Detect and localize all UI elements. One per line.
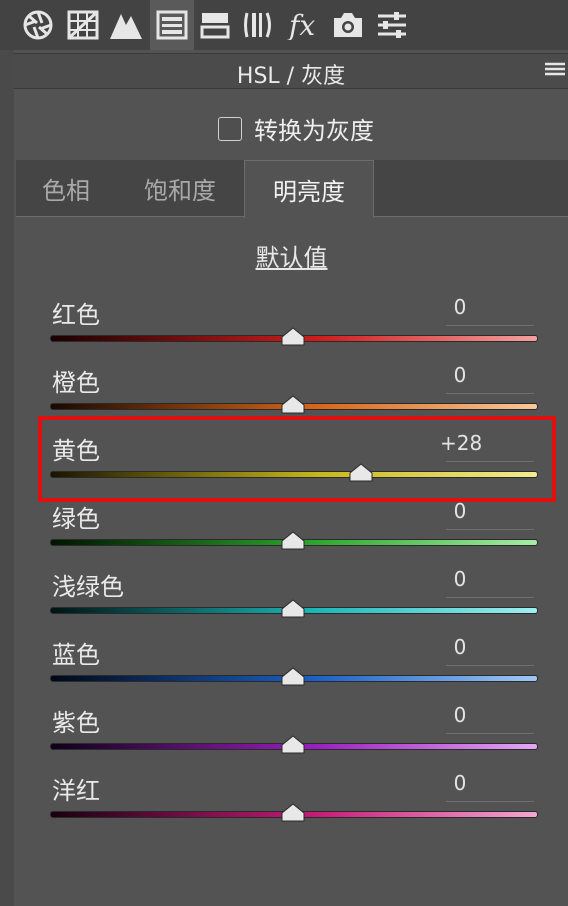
slider-thumb-orange[interactable] <box>281 395 305 414</box>
tone-curve-grid-icon[interactable] <box>63 0 103 50</box>
hsl-panel-icon[interactable] <box>150 0 194 50</box>
tab-saturation[interactable]: 饱和度 <box>116 160 244 216</box>
split-toning-icon[interactable] <box>195 0 235 50</box>
slider-row-blue: 蓝色 0 <box>0 635 568 703</box>
slider-value-underline <box>446 597 534 598</box>
slider-thumb-red[interactable] <box>281 327 305 346</box>
slider-label-purple: 紫色 <box>52 709 100 737</box>
tab-luminance[interactable]: 明亮度 <box>244 160 374 218</box>
slider-thumb-blue[interactable] <box>281 667 305 686</box>
convert-to-grayscale-checkbox[interactable] <box>218 116 242 141</box>
panel-header: HSL / 灰度 <box>14 53 568 89</box>
lens-corrections-icon[interactable] <box>240 0 280 50</box>
slider-thumb-purple[interactable] <box>281 735 305 754</box>
svg-text:fx: fx <box>287 10 315 40</box>
slider-value-aqua[interactable]: 0 <box>440 567 480 591</box>
sliders-presets-icon[interactable] <box>372 0 412 50</box>
slider-value-purple[interactable]: 0 <box>440 703 480 727</box>
slider-row-red: 红色 0 <box>0 295 568 363</box>
hsl-tab-bar: 色相 饱和度 明亮度 <box>16 160 568 218</box>
slider-label-blue: 蓝色 <box>52 641 100 669</box>
slider-value-underline <box>446 733 534 734</box>
slider-value-underline <box>446 801 534 802</box>
panel-title: HSL / 灰度 <box>236 64 346 89</box>
tab-hue[interactable]: 色相 <box>16 160 116 216</box>
slider-row-magenta: 洋红 0 <box>0 771 568 839</box>
slider-value-underline <box>446 665 534 666</box>
slider-row-purple: 紫色 0 <box>0 703 568 771</box>
highlight-box <box>38 416 556 502</box>
convert-to-grayscale-row: 转换为灰度 <box>218 111 374 146</box>
slider-label-red: 红色 <box>52 301 100 329</box>
camera-icon[interactable] <box>328 0 368 50</box>
slider-value-underline <box>446 393 534 394</box>
slider-value-red[interactable]: 0 <box>440 295 480 319</box>
panel-menu-icon[interactable] <box>544 61 566 83</box>
default-values-link[interactable]: 默认值 <box>0 238 568 273</box>
slider-row-green: 绿色 0 <box>0 499 568 567</box>
slider-value-green[interactable]: 0 <box>440 499 480 523</box>
slider-label-green: 绿色 <box>52 505 100 533</box>
slider-row-aqua: 浅绿色 0 <box>0 567 568 635</box>
slider-value-magenta[interactable]: 0 <box>440 771 480 795</box>
mountain-detail-icon[interactable] <box>106 0 146 50</box>
slider-value-orange[interactable]: 0 <box>440 363 480 387</box>
aperture-icon[interactable] <box>18 0 58 50</box>
convert-to-grayscale-label[interactable]: 转换为灰度 <box>254 111 374 146</box>
slider-value-underline <box>446 325 534 326</box>
slider-thumb-aqua[interactable] <box>281 599 305 618</box>
slider-thumb-green[interactable] <box>281 531 305 550</box>
slider-label-orange: 橙色 <box>52 369 100 397</box>
slider-value-underline <box>446 529 534 530</box>
panel-toolbar: fx <box>0 0 568 50</box>
slider-label-aqua: 浅绿色 <box>52 573 124 601</box>
slider-thumb-magenta[interactable] <box>281 803 305 822</box>
slider-value-blue[interactable]: 0 <box>440 635 480 659</box>
fx-icon[interactable]: fx <box>284 0 324 50</box>
slider-label-magenta: 洋红 <box>52 777 100 805</box>
